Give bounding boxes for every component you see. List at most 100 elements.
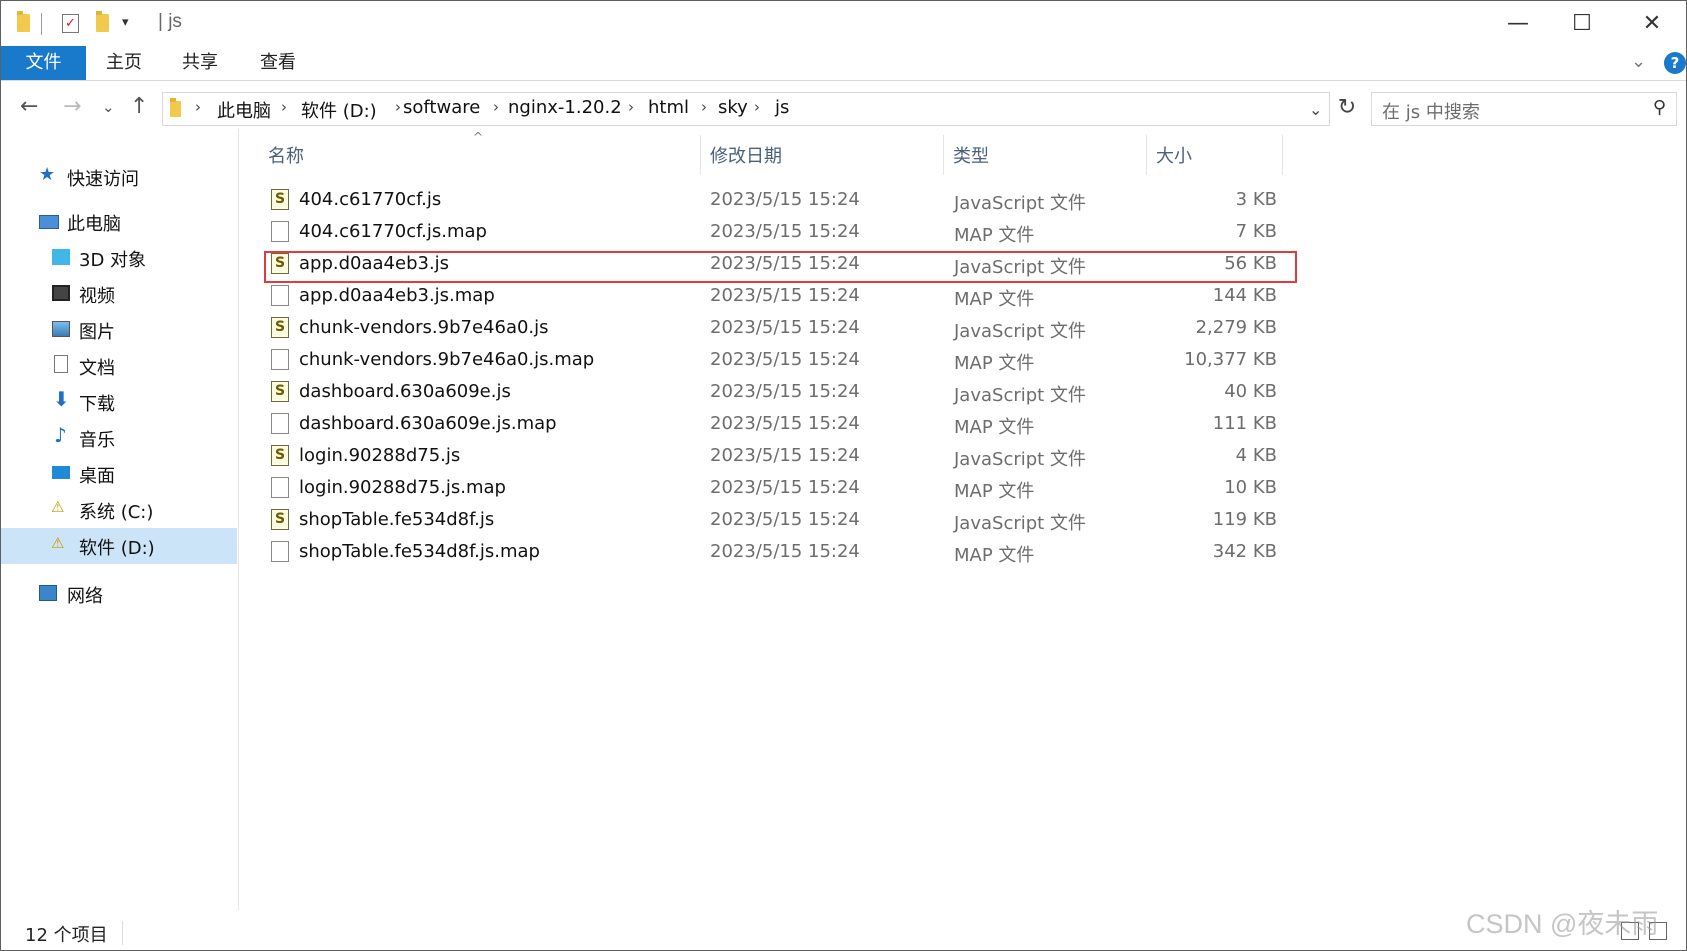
help-icon[interactable]: ?: [1664, 52, 1686, 74]
download-icon: ⬇: [53, 387, 70, 411]
sidebar-item-music[interactable]: ♪ 音乐: [1, 420, 237, 456]
map-file-icon: [271, 413, 289, 434]
close-button[interactable]: ✕: [1629, 9, 1675, 39]
file-type: MAP 文件: [954, 289, 1035, 310]
sidebar-item-this-pc[interactable]: 此电脑: [1, 204, 237, 240]
breadcrumb-separator-icon[interactable]: ›: [701, 98, 707, 116]
column-header-size[interactable]: 大小: [1156, 142, 1192, 168]
breadcrumb-separator-icon[interactable]: ›: [493, 98, 499, 116]
file-row[interactable]: 404.c61770cf.js 2023/5/15 15:24 JavaScri…: [263, 184, 1283, 216]
breadcrumb-nginx[interactable]: nginx-1.20.2: [508, 97, 622, 118]
file-row[interactable]: app.d0aa4eb3.js.map 2023/5/15 15:24 MAP …: [263, 280, 1283, 312]
sidebar-item-label: 下载: [79, 394, 115, 415]
back-button[interactable]: ←: [20, 94, 38, 119]
new-folder-icon[interactable]: [96, 11, 109, 32]
drive-warning-icon: ⚠: [51, 498, 65, 516]
file-size: 2,279 KB: [1195, 317, 1277, 338]
maximize-button[interactable]: ☐: [1559, 9, 1605, 39]
sidebar-item-drive-d[interactable]: ⚠ 软件 (D:): [1, 528, 237, 564]
pane-divider[interactable]: [238, 129, 239, 910]
breadcrumb-separator-icon[interactable]: ›: [395, 98, 401, 116]
expand-ribbon-icon[interactable]: ⌄: [1631, 51, 1646, 72]
file-row[interactable]: dashboard.630a609e.js 2023/5/15 15:24 Ja…: [263, 376, 1283, 408]
breadcrumb-software[interactable]: software: [403, 97, 480, 118]
file-type: MAP 文件: [954, 225, 1035, 246]
file-row[interactable]: 404.c61770cf.js.map 2023/5/15 15:24 MAP …: [263, 216, 1283, 248]
forward-button[interactable]: →: [63, 94, 81, 119]
sidebar-item-label: 快速访问: [67, 169, 139, 190]
sidebar-item-desktop[interactable]: 桌面: [1, 456, 237, 492]
address-bar[interactable]: › 此电脑 › 软件 (D:) › software › nginx-1.20.…: [162, 92, 1330, 126]
file-type: MAP 文件: [954, 481, 1035, 502]
document-icon: [54, 355, 68, 373]
sidebar-item-downloads[interactable]: ⬇ 下载: [1, 384, 237, 420]
file-size: 119 KB: [1212, 509, 1277, 530]
file-date: 2023/5/15 15:24: [710, 317, 860, 338]
breadcrumb-separator-icon[interactable]: ›: [195, 98, 201, 116]
scrollbar[interactable]: [1681, 129, 1686, 910]
file-name: shopTable.fe534d8f.js: [299, 509, 495, 530]
address-dropdown-icon[interactable]: ⌄: [1309, 100, 1322, 119]
file-name: login.90288d75.js: [299, 445, 461, 466]
breadcrumb-this-pc[interactable]: 此电脑: [217, 97, 271, 123]
file-size: 40 KB: [1224, 381, 1277, 402]
file-row[interactable]: login.90288d75.js 2023/5/15 15:24 JavaSc…: [263, 440, 1283, 472]
breadcrumb-html[interactable]: html: [648, 97, 689, 118]
refresh-button[interactable]: ↻: [1335, 92, 1359, 124]
star-icon: ★: [39, 164, 56, 185]
file-size: 342 KB: [1212, 541, 1277, 562]
explorer-window: ✓ ▾ | js — ☐ ✕ 文件 主页 共享 查看 ⌄ ? ← → ⌄ ↑ ›…: [0, 0, 1687, 951]
column-divider[interactable]: [700, 135, 701, 175]
sidebar-item-documents[interactable]: 文档: [1, 348, 237, 384]
search-placeholder[interactable]: 在 js 中搜索: [1382, 98, 1480, 124]
breadcrumb-drive-d[interactable]: 软件 (D:): [301, 97, 377, 123]
item-count: 12 个项目: [25, 925, 108, 946]
breadcrumb-sky[interactable]: sky: [718, 97, 748, 118]
divider: [41, 13, 42, 35]
sidebar-item-pictures[interactable]: 图片: [1, 312, 237, 348]
sort-ascending-icon: ^: [473, 130, 484, 144]
column-header-type[interactable]: 类型: [953, 142, 989, 168]
file-type: MAP 文件: [954, 353, 1035, 374]
javascript-file-icon: [271, 189, 289, 210]
breadcrumb-js[interactable]: js: [775, 97, 789, 118]
sidebar-item-videos[interactable]: 视频: [1, 276, 237, 312]
recent-locations-button[interactable]: ⌄: [102, 98, 115, 116]
tab-file[interactable]: 文件: [1, 46, 86, 80]
folder-icon[interactable]: [17, 11, 30, 32]
tab-home[interactable]: 主页: [106, 46, 142, 80]
customize-toolbar-icon[interactable]: ▾: [122, 15, 129, 30]
column-header-name[interactable]: 名称: [268, 142, 304, 168]
column-divider[interactable]: [1146, 135, 1147, 175]
up-button[interactable]: ↑: [130, 94, 148, 119]
file-name: chunk-vendors.9b7e46a0.js.map: [299, 349, 595, 370]
sidebar-item-drive-c[interactable]: ⚠ 系统 (C:): [1, 492, 237, 528]
tab-share[interactable]: 共享: [182, 46, 218, 80]
breadcrumb-separator-icon[interactable]: ›: [754, 98, 760, 116]
file-row[interactable]: login.90288d75.js.map 2023/5/15 15:24 MA…: [263, 472, 1283, 504]
minimize-button[interactable]: —: [1495, 9, 1541, 39]
sidebar-item-network[interactable]: 网络: [1, 576, 237, 612]
breadcrumb-separator-icon[interactable]: ›: [628, 98, 634, 116]
sidebar-item-3d-objects[interactable]: 3D 对象: [1, 240, 237, 276]
properties-icon[interactable]: ✓: [62, 14, 79, 33]
breadcrumb-separator-icon[interactable]: ›: [281, 98, 287, 116]
search-box[interactable]: 在 js 中搜索 ⚲: [1371, 92, 1677, 126]
file-name: 404.c61770cf.js.map: [299, 221, 487, 242]
file-row[interactable]: dashboard.630a609e.js.map 2023/5/15 15:2…: [263, 408, 1283, 440]
file-size: 7 KB: [1235, 221, 1277, 242]
cube-icon: [52, 249, 70, 265]
column-header-date[interactable]: 修改日期: [710, 142, 782, 168]
sidebar-item-quick-access[interactable]: ★ 快速访问: [1, 159, 237, 195]
column-divider[interactable]: [943, 135, 944, 175]
file-row[interactable]: chunk-vendors.9b7e46a0.js.map 2023/5/15 …: [263, 344, 1283, 376]
file-row[interactable]: shopTable.fe534d8f.js.map 2023/5/15 15:2…: [263, 536, 1283, 568]
tab-view[interactable]: 查看: [260, 46, 296, 80]
search-icon[interactable]: ⚲: [1653, 97, 1666, 118]
file-date: 2023/5/15 15:24: [710, 381, 860, 402]
file-size: 4 KB: [1235, 445, 1277, 466]
file-row[interactable]: shopTable.fe534d8f.js 2023/5/15 15:24 Ja…: [263, 504, 1283, 536]
file-row[interactable]: chunk-vendors.9b7e46a0.js 2023/5/15 15:2…: [263, 312, 1283, 344]
map-file-icon: [271, 541, 289, 562]
column-divider[interactable]: [1282, 135, 1283, 175]
